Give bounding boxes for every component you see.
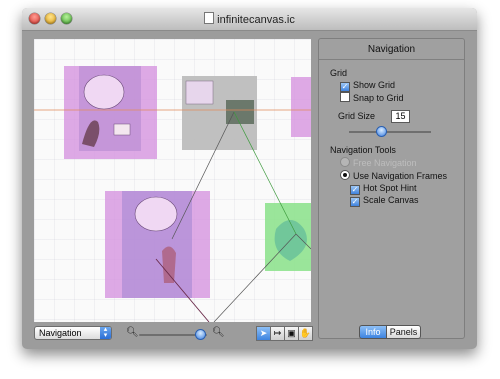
- snap-to-grid-checkbox[interactable]: Snap to Grid: [340, 92, 404, 103]
- use-navigation-frames-radio[interactable]: Use Navigation Frames: [340, 170, 447, 181]
- hot-spot-hint-box[interactable]: ✓: [350, 185, 360, 195]
- grid-size-field[interactable]: 15: [391, 110, 410, 123]
- hand-tool-button[interactable]: ✋: [298, 326, 313, 341]
- comic-frame-3: [291, 77, 311, 137]
- scale-canvas-box[interactable]: ✓: [350, 197, 360, 207]
- infinite-canvas[interactable]: [34, 39, 311, 322]
- speech-bubble-2: [134, 196, 178, 232]
- grid-heading: Grid: [330, 68, 348, 78]
- free-navigation-label: Free Navigation: [353, 158, 417, 168]
- nav-line-3: [213, 233, 297, 322]
- grid-size-label: Grid Size: [338, 111, 376, 121]
- grid-size-slider[interactable]: [349, 131, 431, 133]
- hot-spot-hint-checkbox[interactable]: ✓ Hot Spot Hint: [350, 183, 417, 195]
- free-navigation-radio[interactable]: Free Navigation: [340, 157, 417, 168]
- zoom-out-icon[interactable]: 🔍︎: [126, 327, 139, 338]
- snap-to-grid-box[interactable]: [340, 92, 350, 102]
- grid-size-slider-thumb[interactable]: [376, 126, 387, 137]
- mode-select-value: Navigation: [39, 328, 82, 338]
- laptop-figure: [113, 123, 131, 136]
- show-grid-checkbox[interactable]: ✓ Show Grid: [340, 80, 395, 92]
- show-grid-label: Show Grid: [353, 80, 396, 90]
- snap-to-grid-label: Snap to Grid: [353, 93, 404, 103]
- scale-canvas-checkbox[interactable]: ✓ Scale Canvas: [350, 195, 419, 207]
- chevron-updown-icon: ▴ ▾: [100, 326, 111, 339]
- show-grid-box[interactable]: ✓: [340, 82, 350, 92]
- free-navigation-radio-dot[interactable]: [340, 157, 350, 167]
- scale-canvas-label: Scale Canvas: [363, 195, 419, 205]
- canvas-drawing: [34, 66, 311, 322]
- link-tool-button[interactable]: ↦: [270, 326, 285, 341]
- panel-divider: [319, 59, 464, 60]
- navigation-panel: Navigation Grid ✓ Show Grid Snap to Grid …: [318, 38, 465, 339]
- window-title-text: infinitecanvas.ic: [217, 14, 295, 26]
- tab-panels[interactable]: Panels: [386, 325, 421, 339]
- use-navigation-frames-radio-dot[interactable]: [340, 170, 350, 180]
- zoom-slider-thumb[interactable]: [195, 329, 207, 340]
- window-title: infinitecanvas.ic: [22, 12, 477, 26]
- frame-tool-button[interactable]: ▣: [284, 326, 299, 341]
- document-icon: [204, 12, 215, 24]
- nav-tools-heading: Navigation Tools: [330, 145, 396, 155]
- app-window: infinitecanvas.ic Navigation ▴ ▾ 🔍︎ 🔍︎ ➤…: [22, 8, 477, 349]
- mode-select[interactable]: Navigation ▴ ▾: [34, 326, 112, 340]
- tab-info[interactable]: Info: [359, 325, 387, 339]
- panel-title: Navigation: [367, 44, 416, 55]
- use-navigation-frames-label: Use Navigation Frames: [353, 171, 448, 181]
- hot-spot-hint-label: Hot Spot Hint: [363, 183, 417, 193]
- title-bar[interactable]: infinitecanvas.ic: [22, 8, 477, 31]
- zoom-in-icon[interactable]: 🔍︎: [212, 327, 225, 338]
- speech-bubble-1: [83, 74, 125, 110]
- character-figure-2: [162, 246, 176, 283]
- comic-frame-2-panel: [185, 80, 214, 105]
- canvas-toolbar: Navigation ▴ ▾ 🔍︎ 🔍︎ ➤ ↦ ▣ ✋: [34, 324, 313, 344]
- pointer-tool-button[interactable]: ➤: [256, 326, 271, 341]
